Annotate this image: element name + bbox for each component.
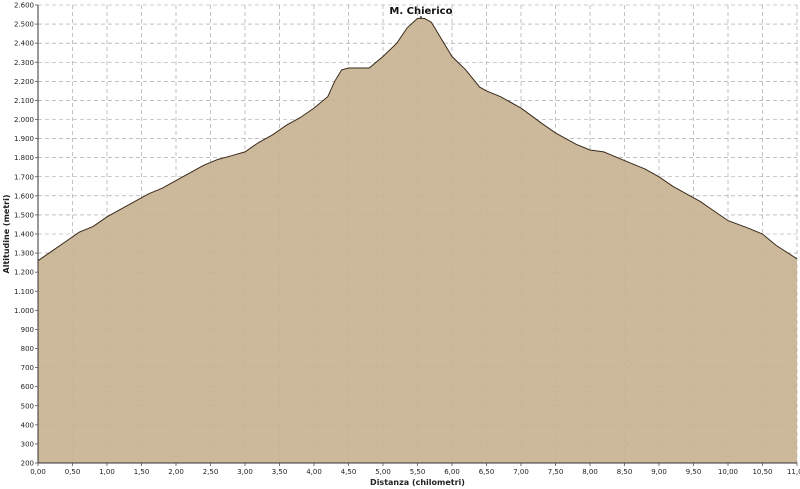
x-tick-label: 1,00 [99,468,115,476]
y-tick-label: 500 [21,402,34,410]
x-tick-label: 7,00 [513,468,529,476]
y-tick-label: 1.000 [14,307,34,315]
elevation-area [38,18,797,464]
y-tick-label: 700 [21,364,34,372]
x-tick-label: 5,50 [410,468,426,476]
area-layer [37,17,798,464]
peak-label: M. Chierico [389,6,452,17]
x-tick-label: 0,50 [65,468,81,476]
y-tick-label: 2.600 [14,2,34,10]
x-tick-label: 9,50 [686,468,702,476]
x-tick-label: 8,00 [582,468,598,476]
y-tick-label: 900 [21,326,34,334]
y-tick-label: 2.500 [14,21,34,29]
x-tick-label: 11,00 [787,468,800,476]
y-axis-label: Altitudine (metri) [2,195,11,274]
y-tick-label: 800 [21,345,34,353]
peak-annotation: M. Chierico [389,6,453,19]
x-tick-label: 9,00 [651,468,667,476]
x-axis-label: Distanza (chilometri) [370,478,465,487]
x-tick-label: 4,50 [341,468,357,476]
y-tick-label: 2.000 [14,116,34,124]
y-tick-label: 1.600 [14,192,34,200]
x-tick-label: 1,50 [134,468,150,476]
elevation-chart: 200 300 400 500 600 700 800 900 1.000 1.100 1.200 1… [2,2,800,488]
x-tick-labels: 0,00 0,50 1,00 1,50 2,00 2,50 3,00 3,50 4,00 4,50… [30,463,800,476]
x-tick-label: 5,00 [375,468,391,476]
y-tick-label: 2.300 [14,59,34,67]
y-tick-label: 300 [21,440,34,448]
y-tick-label: 1.400 [14,231,34,239]
x-tick-label: 2,50 [203,468,219,476]
y-tick-label: 1.700 [14,173,34,181]
x-tick-label: 6,50 [479,468,495,476]
y-tick-label: 600 [21,383,34,391]
y-tick-labels: 200 300 400 500 600 700 800 900 1.000 1.100 1.200 1… [14,2,38,468]
y-tick-label: 1.100 [14,288,34,296]
x-tick-label: 2,00 [168,468,184,476]
x-tick-label: 7,50 [548,468,564,476]
x-tick-label: 0,00 [30,468,46,476]
y-tick-label: 2.100 [14,97,34,105]
y-tick-label: 2.200 [14,78,34,86]
x-tick-label: 10,00 [718,468,738,476]
y-tick-label: 200 [21,460,34,468]
y-tick-label: 1.500 [14,211,34,219]
x-tick-label: 4,00 [306,468,322,476]
x-tick-label: 8,50 [617,468,633,476]
y-tick-label: 1.900 [14,135,34,143]
y-tick-label: 1.300 [14,250,34,258]
x-tick-label: 3,00 [237,468,253,476]
x-tick-label: 10,50 [752,468,772,476]
y-tick-label: 2.400 [14,40,34,48]
x-tick-label: 3,50 [272,468,288,476]
y-tick-label: 400 [21,421,34,429]
x-tick-label: 6,00 [444,468,460,476]
y-tick-label: 1.200 [14,269,34,277]
y-tick-label: 1.800 [14,154,34,162]
